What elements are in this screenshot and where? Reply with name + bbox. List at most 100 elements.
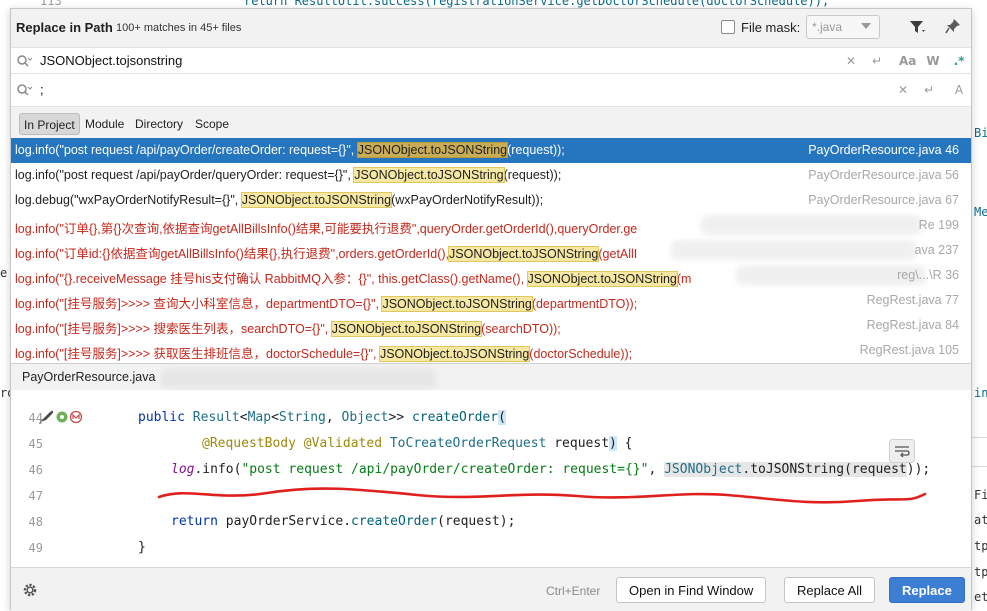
match-highlight: JSONObject.toJSONString [378, 346, 531, 362]
result-row[interactable]: log.info("订单{},第{}次查询,依据查询getAllBillsInf… [11, 213, 971, 238]
bg-code-fragment: in [974, 386, 987, 400]
match-case-icon[interactable]: Aa [899, 53, 916, 69]
result-file: PayOrderResource.java 67 [808, 193, 959, 207]
redacted-region [161, 368, 436, 388]
result-row[interactable]: log.info("订单id:{}依据查询getAllBillsInfo()结果… [11, 238, 971, 263]
code-line-44: public Result<Map<String, Object>> creat… [138, 410, 506, 425]
close-icon[interactable]: ✕ [895, 82, 911, 98]
result-text: log.info("{}.receiveMessage 挂号his支付确认 Ra… [15, 271, 692, 287]
bg-code-fragment: tp [974, 539, 987, 553]
result-file: RegRest.java 84 [866, 318, 959, 332]
match-highlight: JSONObject.toJSONString [330, 321, 483, 337]
scope-tabs: In Project Module Directory Scope [11, 106, 971, 139]
bg-code-fragment: Bi [974, 126, 987, 140]
result-row[interactable]: log.info("post request /api/payOrder/que… [11, 163, 971, 188]
pin-icon[interactable] [945, 18, 961, 34]
result-text: log.info("post request /api/payOrder/cre… [15, 142, 565, 158]
result-text: log.info("[挂号服务]>>>> 搜索医生列表，searchDTO={}… [15, 321, 561, 337]
endpoint-icon[interactable] [55, 410, 69, 424]
preview-file-name: PayOrderResource.java [22, 370, 156, 384]
dialog-header[interactable]: Replace in Path 100+ matches in 45+ file… [11, 9, 971, 47]
whole-words-icon[interactable]: W [925, 53, 941, 69]
preserve-case-icon[interactable]: A [951, 82, 967, 98]
bg-divider [972, 437, 987, 438]
match-highlight: JSONObject.toJSONString [526, 271, 678, 287]
mapping-icon[interactable] [69, 410, 83, 424]
find-field[interactable]: JSONObject.tojsonstring ✕ ↵ Aa W .* [11, 47, 971, 73]
close-icon[interactable]: ✕ [843, 53, 859, 69]
result-text: log.info("订单{},第{}次查询,依据查询getAllBillsInf… [15, 222, 638, 236]
result-row[interactable]: log.info("{}.receiveMessage 挂号his支付确认 Ra… [11, 263, 971, 288]
bg-code-top: return ResultUtil.success(registrationSe… [244, 0, 830, 8]
format-icon[interactable] [889, 439, 915, 463]
bg-code-fragment: Fi [974, 488, 987, 502]
code-preview[interactable]: 44 45 46 47 48 49 50 public Result<Map<S… [11, 391, 971, 579]
match-highlight: JSONObject.toJSONString [356, 142, 509, 158]
replace-in-path-dialog: Replace in Path 100+ matches in 45+ file… [10, 8, 972, 611]
tab-directory[interactable]: Directory [131, 113, 187, 135]
code-line-49: } [138, 540, 146, 555]
tab-module[interactable]: Module [81, 113, 128, 135]
result-text: log.info("订单id:{}依据查询getAllBillsInfo()结果… [15, 246, 638, 262]
match-highlight: JSONObject.toJSONString [381, 296, 533, 312]
result-file: Re 199 [918, 218, 959, 232]
replace-all-button[interactable]: Replace All [784, 577, 876, 603]
code-line-48: return payOrderService.createOrder(reque… [171, 514, 516, 529]
result-file: PayOrderResource.java 56 [808, 168, 959, 182]
bg-code-fragment: tp [974, 565, 987, 579]
results-list: log.info("post request /api/payOrder/cre… [11, 138, 971, 363]
file-mask-label: File mask: [741, 20, 801, 35]
match-highlight: JSONObject.toJSONString [240, 192, 393, 208]
newline-icon[interactable]: ↵ [921, 82, 937, 98]
result-file: RegRest.java 77 [866, 293, 959, 307]
result-row[interactable]: log.info("post request /api/payOrder/cre… [11, 138, 971, 163]
match-highlight: JSONObject.toJSONString [448, 246, 600, 262]
tab-in-project[interactable]: In Project [19, 113, 80, 135]
result-row[interactable]: log.info("[挂号服务]>>>> 获取医生排班信息，doctorSche… [11, 338, 971, 363]
search-icon [17, 84, 32, 96]
code-line-46: log.info("post request /api/payOrder/cre… [171, 462, 931, 477]
regex-icon[interactable]: .* [951, 53, 967, 69]
result-file: ava 237 [914, 243, 960, 257]
newline-icon[interactable]: ↵ [869, 53, 885, 69]
replace-field[interactable]: ; ✕ ↵ A [11, 73, 971, 106]
tab-scope[interactable]: Scope [191, 113, 233, 135]
result-text: log.debug("wxPayOrderNotifyResult={}", J… [15, 192, 544, 208]
line-number: 49 [28, 541, 43, 555]
result-text: log.info("[挂号服务]>>>> 获取医生排班信息，doctorSche… [15, 346, 633, 362]
result-file: reg\...\R 36 [897, 268, 959, 282]
file-mask-checkbox[interactable] [721, 20, 735, 34]
redacted-region [671, 240, 916, 260]
chevron-down-icon[interactable] [861, 23, 871, 29]
line-number: 47 [28, 489, 43, 503]
result-row[interactable]: log.info("[挂号服务]>>>> 搜索医生列表，searchDTO={}… [11, 313, 971, 338]
match-highlight: JSONObject.toJSONString [353, 167, 505, 183]
open-in-find-window-button[interactable]: Open in Find Window [616, 577, 767, 603]
red-underline-annotation [157, 487, 927, 504]
bg-code-fragment: at [974, 513, 987, 527]
bg-code-fragment: Me [974, 205, 987, 219]
result-file: PayOrderResource.java 46 [808, 143, 959, 157]
line-number: 45 [28, 437, 43, 451]
result-row[interactable]: log.debug("wxPayOrderNotifyResult={}", J… [11, 188, 971, 213]
result-text: log.info("[挂号服务]>>>> 查询大小科室信息，department… [15, 296, 638, 312]
bg-code-fragment: et [974, 590, 987, 604]
filter-icon[interactable] [908, 18, 926, 36]
dialog-footer: Ctrl+Enter Open in Find Window Replace A… [11, 567, 971, 611]
replace-button[interactable]: Replace [889, 577, 965, 603]
shortcut-hint: Ctrl+Enter [546, 584, 601, 598]
search-icon [17, 55, 32, 67]
bg-line-number: 113 [40, 0, 62, 8]
bg-divider [972, 466, 987, 467]
preview-file-tab: PayOrderResource.java [11, 363, 971, 390]
code-line-45: @RequestBody @Validated ToCreateOrderReq… [202, 436, 633, 451]
rocket-icon[interactable] [37, 409, 55, 425]
replace-input[interactable]: ; [40, 82, 44, 97]
line-number: 46 [28, 463, 43, 477]
match-summary: 100+ matches in 45+ files [116, 22, 242, 34]
result-row[interactable]: log.info("[挂号服务]>>>> 查询大小科室信息，department… [11, 288, 971, 313]
gear-icon[interactable] [22, 582, 38, 598]
result-file: RegRest.java 105 [859, 343, 959, 357]
find-input[interactable]: JSONObject.tojsonstring [40, 53, 182, 68]
line-number: 48 [28, 515, 43, 529]
